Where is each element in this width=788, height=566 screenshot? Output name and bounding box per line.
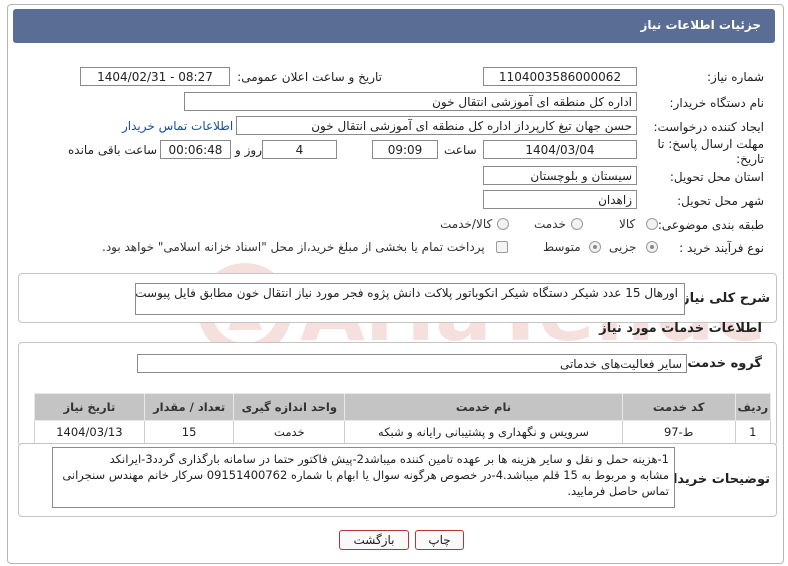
buyer-notes-label: توضیحات خریدار: [660,472,770,487]
service-group-label: گروه خدمت: [682,356,762,371]
print-button[interactable]: چاپ [415,530,464,550]
days-label: روز و [235,143,262,157]
page-title: جزئیات اطلاعات نیاز [640,18,761,32]
table-cell: 15 [143,420,235,444]
announce-date-field: 1404/02/31 - 08:27 [80,67,230,86]
category-radio-goods-service[interactable] [497,218,509,230]
table-cell: ط-97 [621,420,736,444]
table-cell: 1404/03/13 [34,420,145,444]
buyer-notes-line: مشابه و مربوط به 15 قلم میباشد.4-در خصوص… [62,468,669,482]
column-header: ردیف [734,393,772,421]
process-radio-medium[interactable] [589,241,601,253]
deadline-date-field: 1404/03/04 [483,140,637,159]
process-radio-minor[interactable] [646,241,658,253]
remaining-time-label: ساعت باقی مانده [68,143,158,157]
city-field: زاهدان [483,190,637,209]
category-option-goods: کالا [619,217,636,231]
description-textarea[interactable]: اورهال 15 عدد شیکر دستگاه شیکر انکوباتور… [135,283,685,315]
buyer-notes-line: تماس حاصل فرمایید. [567,484,669,498]
remaining-time-field: 00:06:48 [160,140,231,159]
service-group-field: سایر فعالیت‌های خدماتی [137,354,687,373]
province-label: استان محل تحویل: [669,170,764,184]
category-label: طبقه بندی موضوعی: [657,218,764,232]
column-header: تاریخ نیاز [34,393,145,421]
table-cell: 1 [734,420,772,444]
announce-date-label: تاریخ و ساعت اعلان عمومی: [237,70,382,84]
description-label: شرح کلی نیاز: [676,291,770,306]
column-header: نام خدمت [344,393,623,421]
process-label: نوع فرآیند خرید : [679,241,764,255]
table-row: 1 ط-97 سرویس و نگهداری و پشتیبانی رایانه… [34,420,772,444]
panel-header: جزئیات اطلاعات نیاز [13,9,775,43]
treasury-checkbox[interactable] [496,241,508,253]
buyer-contact-link[interactable]: اطلاعات تماس خریدار [122,119,233,133]
column-header: کد خدمت [621,393,736,421]
category-radio-goods[interactable] [646,218,658,230]
buyer-notes-line: 1-هزینه حمل و نقل و سایر هزینه ها بر عهد… [109,452,669,466]
treasury-note: پرداخت تمام یا بخشی از مبلغ خرید،از محل … [102,240,485,254]
creator-label: ایجاد کننده درخواست: [653,120,764,134]
need-number-label: شماره نیاز: [707,70,764,84]
buyer-notes-box: 1-هزینه حمل و نقل و سایر هزینه ها بر عهد… [52,447,675,508]
services-section-title: اطلاعات خدمات مورد نیاز [599,321,762,336]
city-label: شهر محل تحویل: [677,194,764,208]
buyer-org-label: نام دستگاه خریدار: [669,96,765,110]
services-table: ردیف کد خدمت نام خدمت واحد اندازه گیری ت… [34,393,772,444]
table-header-row: ردیف کد خدمت نام خدمت واحد اندازه گیری ت… [34,393,772,421]
buyer-org-field: اداره کل منطقه ای آموزشی انتقال خون [184,92,637,111]
province-field: سیستان و بلوچستان [483,166,637,185]
deadline-label: مهلت ارسال پاسخ: تا [657,137,764,151]
deadline-time-field: 09:09 [372,140,438,159]
deadline-time-label: ساعت [444,143,477,157]
need-number-field: 1104003586000062 [483,67,637,86]
column-header: تعداد / مقدار [143,393,235,421]
category-radio-service[interactable] [571,218,583,230]
process-option-minor: جزیی [609,240,637,254]
column-header: واحد اندازه گیری [233,393,346,421]
deadline-date-label: تاریخ: [736,152,764,166]
back-button[interactable]: بازگشت [339,530,409,550]
table-cell: خدمت [233,420,346,444]
category-option-service: خدمت [534,217,566,231]
table-cell: سرویس و نگهداری و پشتیبانی رایانه و شبکه [344,420,623,444]
category-option-goods-service: کالا/خدمت [440,217,493,231]
process-option-medium: متوسط [543,240,581,254]
days-field: 4 [262,140,337,159]
creator-field: حسن جهان تیغ کارپرداز اداره کل منطقه ای … [236,116,637,135]
